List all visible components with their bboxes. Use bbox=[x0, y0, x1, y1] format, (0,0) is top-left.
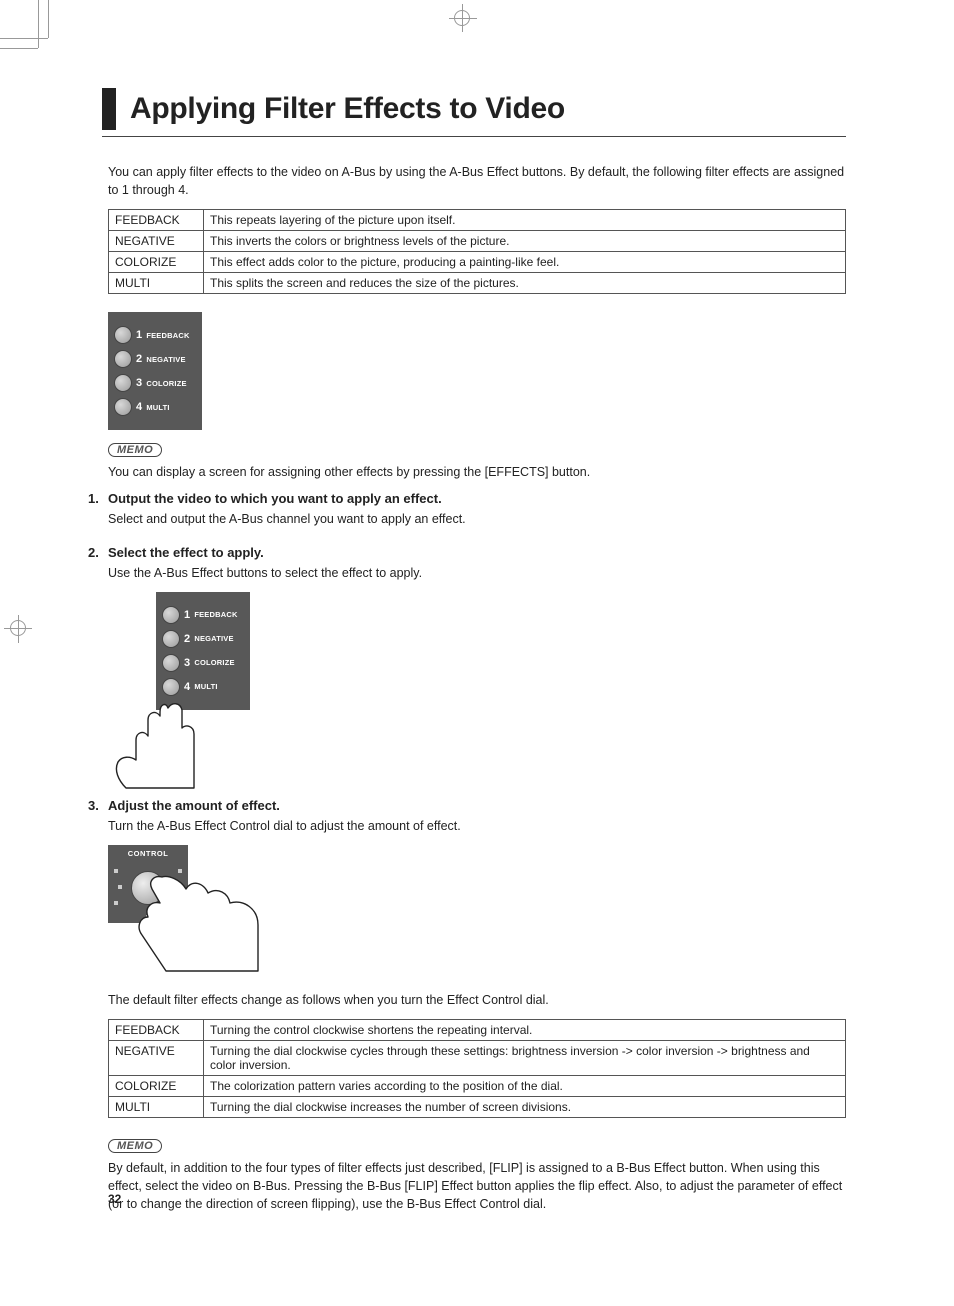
step-body: Select and output the A-Bus channel you … bbox=[108, 510, 846, 528]
effect-button-4-icon bbox=[114, 398, 132, 416]
step-title: Select the effect to apply. bbox=[108, 545, 264, 560]
memo-badge-2: MEMO bbox=[108, 1139, 162, 1153]
panel-row-2: 2 NEGATIVE bbox=[114, 350, 196, 368]
effect-button-1-icon bbox=[114, 326, 132, 344]
step-body: Turn the A-Bus Effect Control dial to ad… bbox=[108, 817, 846, 835]
title-underline bbox=[102, 136, 846, 137]
table-row: COLORIZEThe colorization pattern varies … bbox=[109, 1075, 846, 1096]
effect-button-icon bbox=[162, 654, 180, 672]
steps-list: 1. Output the video to which you want to… bbox=[88, 491, 846, 974]
effect-button-3-icon bbox=[114, 374, 132, 392]
step-number: 2. bbox=[88, 545, 108, 560]
intro-text: You can apply filter effects to the vide… bbox=[108, 163, 846, 199]
memo-text-1: You can display a screen for assigning o… bbox=[108, 463, 846, 481]
effect-button-2-icon bbox=[114, 350, 132, 368]
table-row: FEEDBACKThis repeats layering of the pic… bbox=[109, 210, 846, 231]
memo-text-2: By default, in addition to the four type… bbox=[108, 1159, 846, 1213]
page-number: 32 bbox=[108, 1192, 121, 1206]
step-number: 1. bbox=[88, 491, 108, 506]
table-row: COLORIZEThis effect adds color to the pi… bbox=[109, 252, 846, 273]
memo-badge-1: MEMO bbox=[108, 443, 162, 457]
panel-row-4: 4 MULTI bbox=[114, 398, 196, 416]
panel-row-1: 1 FEEDBACK bbox=[114, 326, 196, 344]
page-title: Applying Filter Effects to Video bbox=[130, 92, 565, 126]
step-2: 2. Select the effect to apply. Use the A… bbox=[88, 545, 846, 782]
effect-button-icon bbox=[162, 606, 180, 624]
title-row: Applying Filter Effects to Video bbox=[102, 88, 846, 130]
effect-button-icon bbox=[162, 678, 180, 696]
panel-row-3: 3 COLORIZE bbox=[114, 374, 196, 392]
effect-button-panel: 1 FEEDBACK 2 NEGATIVE 3 COLORIZE 4 MULTI bbox=[108, 312, 202, 430]
hand-press-icon bbox=[108, 700, 218, 790]
effects-table-1: FEEDBACKThis repeats layering of the pic… bbox=[108, 209, 846, 294]
step-1: 1. Output the video to which you want to… bbox=[88, 491, 846, 528]
table-row: MULTITurning the dial clockwise increase… bbox=[109, 1096, 846, 1117]
effect-button-panel-illus: 1FEEDBACK 2NEGATIVE 3COLORIZE 4MULTI bbox=[156, 592, 250, 710]
table2-intro: The default filter effects change as fol… bbox=[108, 991, 846, 1009]
table-row: FEEDBACKTurning the control clockwise sh… bbox=[109, 1019, 846, 1040]
step-title: Adjust the amount of effect. bbox=[108, 798, 280, 813]
step-title: Output the video to which you want to ap… bbox=[108, 491, 442, 506]
table-row: NEGATIVEThis inverts the colors or brigh… bbox=[109, 231, 846, 252]
title-bar-icon bbox=[102, 88, 116, 130]
step-body: Use the A-Bus Effect buttons to select t… bbox=[108, 564, 846, 582]
hand-turn-icon bbox=[132, 865, 262, 975]
step-number: 3. bbox=[88, 798, 108, 813]
table-row: MULTIThis splits the screen and reduces … bbox=[109, 273, 846, 294]
control-label: CONTROL bbox=[108, 849, 188, 858]
effect-button-icon bbox=[162, 630, 180, 648]
table-row: NEGATIVETurning the dial clockwise cycle… bbox=[109, 1040, 846, 1075]
step-3-illustration: CONTROL bbox=[108, 845, 846, 975]
step-2-illustration: 1FEEDBACK 2NEGATIVE 3COLORIZE 4MULTI bbox=[108, 592, 846, 782]
effects-table-2: FEEDBACKTurning the control clockwise sh… bbox=[108, 1019, 846, 1118]
page-content: Applying Filter Effects to Video You can… bbox=[0, 0, 954, 1263]
step-3: 3. Adjust the amount of effect. Turn the… bbox=[88, 798, 846, 975]
